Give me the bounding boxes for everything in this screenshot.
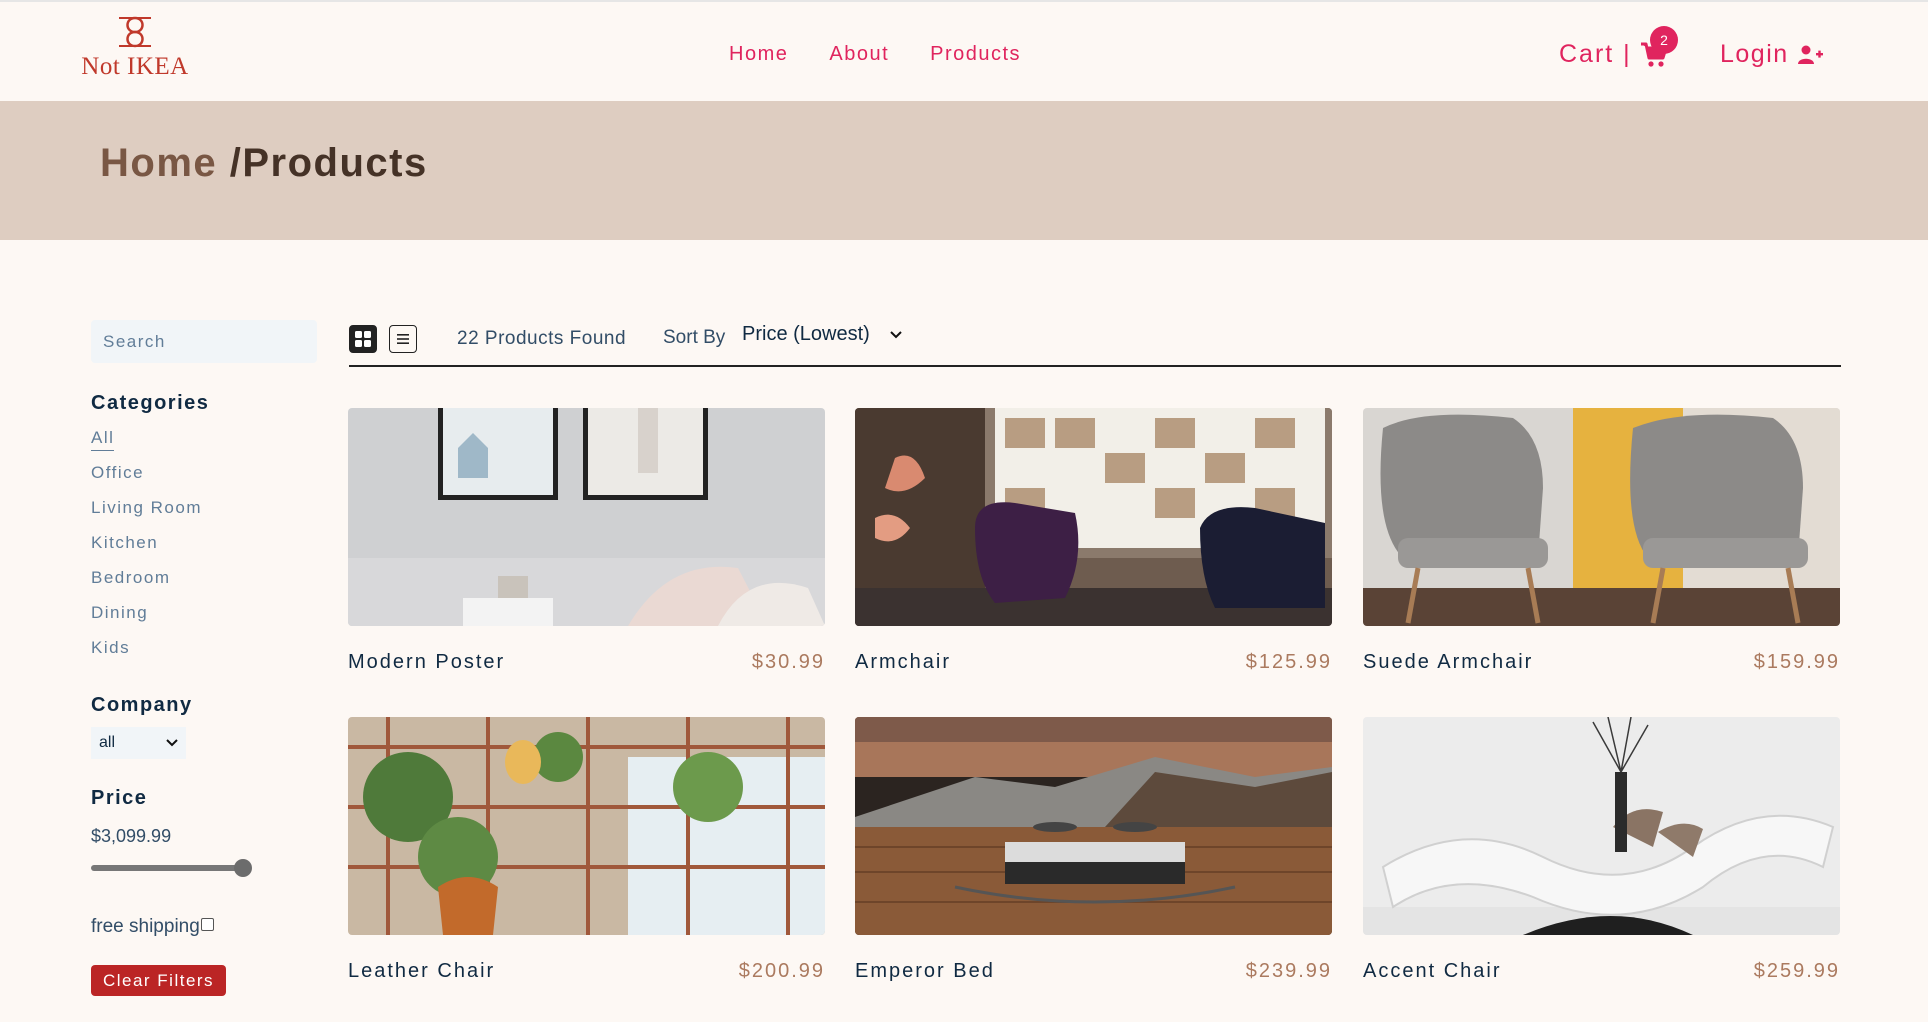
company-select-value: all [99, 734, 116, 751]
product-photo-leather-chair [348, 717, 825, 935]
product-info: Accent Chair $259.99 [1363, 960, 1840, 983]
category-living-room[interactable]: Living Room [91, 496, 202, 531]
product-name: Leather Chair [348, 960, 496, 982]
product-photo-armchair [855, 408, 1332, 626]
price-slider-track [91, 865, 245, 871]
nav-link-products[interactable]: Products [930, 43, 1021, 66]
price-value: $3,099.99 [91, 826, 172, 846]
nav-link-home[interactable]: Home [729, 43, 788, 66]
product-name: Emperor Bed [855, 960, 995, 982]
product-photo-emperor-bed [855, 717, 1332, 935]
category-dining[interactable]: Dining [91, 601, 202, 636]
sort-select-value: Price (Lowest) [742, 323, 870, 345]
price-title: Price [91, 787, 148, 809]
categories-title: Categories [91, 392, 210, 414]
product-price: $125.99 [1245, 651, 1332, 673]
product-image[interactable] [1363, 408, 1840, 626]
product-name: Suede Armchair [1363, 651, 1534, 673]
logo[interactable]: Not IKEA [74, 14, 196, 82]
product-photo-poster [348, 408, 825, 626]
grid-view-button[interactable] [349, 325, 377, 353]
product-card[interactable]: Modern Poster $30.99 [348, 408, 825, 674]
page-hero: Home /Products [0, 101, 1928, 240]
list-icon [397, 334, 409, 344]
product-info: Emperor Bed $239.99 [855, 960, 1332, 983]
cart-count-badge: 2 [1650, 26, 1678, 54]
price-slider[interactable] [91, 859, 252, 877]
product-photo-accent-chair [1363, 717, 1840, 935]
product-price: $159.99 [1753, 651, 1840, 673]
navbar: Not IKEA Home About Products Cart | 2 Lo… [0, 0, 1928, 101]
sort-select[interactable]: Price (Lowest) [742, 323, 902, 346]
company-select[interactable]: all [91, 727, 186, 759]
category-bedroom[interactable]: Bedroom [91, 566, 202, 601]
chevron-down-icon [890, 330, 902, 338]
cart-label: Cart | [1559, 40, 1632, 68]
product-image[interactable] [1363, 717, 1840, 935]
logo-text: Not IKEA [81, 53, 189, 80]
login-label: Login [1720, 40, 1789, 68]
category-kids[interactable]: Kids [91, 636, 202, 671]
product-info: Modern Poster $30.99 [348, 651, 825, 674]
list-view-button[interactable] [389, 325, 417, 353]
breadcrumb-home-link[interactable]: Home [100, 141, 217, 185]
product-info: Leather Chair $200.99 [348, 960, 825, 983]
user-plus-icon [1797, 45, 1823, 64]
product-price: $30.99 [751, 651, 825, 673]
price-slider-thumb[interactable] [234, 859, 252, 877]
category-office[interactable]: Office [91, 461, 202, 496]
product-card[interactable]: Accent Chair $259.99 [1363, 717, 1840, 983]
product-name: Accent Chair [1363, 960, 1502, 982]
breadcrumb: Home /Products [100, 141, 428, 186]
company-title: Company [91, 694, 193, 716]
product-card[interactable]: Suede Armchair $159.99 [1363, 408, 1840, 674]
grid-icon [355, 331, 371, 347]
product-image[interactable] [348, 408, 825, 626]
nav-links: Home About Products [729, 43, 1021, 66]
category-kitchen[interactable]: Kitchen [91, 531, 202, 566]
product-info: Armchair $125.99 [855, 651, 1332, 674]
category-list: All Office Living Room Kitchen Bedroom D… [91, 426, 202, 671]
product-image[interactable] [348, 717, 825, 935]
free-shipping-label: free shipping [91, 916, 200, 937]
logo-mark-icon [119, 16, 151, 48]
product-photo-suede-armchair [1363, 408, 1840, 626]
products-found-count: 22 Products Found [457, 328, 627, 349]
sort-label: Sort By [663, 327, 726, 348]
login-button[interactable]: Login [1720, 40, 1823, 69]
product-card[interactable]: Armchair $125.99 [855, 408, 1332, 674]
chevron-down-icon [166, 739, 178, 747]
product-price: $259.99 [1753, 960, 1840, 982]
product-price: $239.99 [1245, 960, 1332, 982]
sort-divider [349, 365, 1841, 367]
clear-filters-button[interactable]: Clear Filters [91, 965, 226, 996]
product-card[interactable]: Emperor Bed $239.99 [855, 717, 1332, 983]
free-shipping-filter: free shipping [91, 916, 214, 938]
product-name: Armchair [855, 651, 952, 673]
free-shipping-checkbox[interactable] [200, 917, 214, 931]
breadcrumb-current: /Products [229, 141, 428, 185]
product-card[interactable]: Leather Chair $200.99 [348, 717, 825, 983]
category-all[interactable]: All [91, 426, 202, 461]
nav-link-about[interactable]: About [829, 43, 889, 66]
product-image[interactable] [855, 408, 1332, 626]
product-price: $200.99 [738, 960, 825, 982]
product-info: Suede Armchair $159.99 [1363, 651, 1840, 674]
search-input[interactable] [91, 320, 317, 363]
product-image[interactable] [855, 717, 1332, 935]
product-name: Modern Poster [348, 651, 506, 673]
